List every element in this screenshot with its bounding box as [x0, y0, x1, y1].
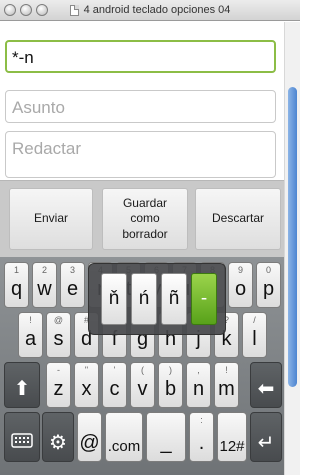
- enter-arrow-icon: ↵: [257, 432, 275, 454]
- enter-key[interactable]: ↵: [250, 412, 282, 462]
- key-w[interactable]: 2w: [32, 262, 57, 308]
- accent-popup: ň ń ñ -: [88, 263, 226, 335]
- body-field[interactable]: Redactar: [5, 131, 276, 178]
- key-c[interactable]: ' c: [102, 362, 127, 408]
- settings-key[interactable]: ⚙: [42, 412, 74, 462]
- key-p[interactable]: 0p: [256, 262, 281, 308]
- shift-key[interactable]: ⬆: [4, 362, 40, 408]
- keyboard-icon: [11, 433, 33, 448]
- popup-key-dash[interactable]: -: [191, 273, 217, 325]
- key-s[interactable]: @ s: [46, 312, 71, 358]
- window-title-text: 4 android teclado opciones 04: [83, 4, 231, 16]
- save-draft-button[interactable]: Guardar como borrador: [102, 188, 188, 250]
- key-at[interactable]: @: [77, 412, 102, 462]
- popup-key-n-tilde[interactable]: ñ: [161, 273, 187, 325]
- key-dotcom[interactable]: .com: [105, 412, 143, 462]
- key-v[interactable]: (v: [130, 362, 155, 408]
- gear-icon: ⚙: [49, 432, 67, 454]
- key-underscore[interactable]: _: [146, 412, 186, 462]
- to-field[interactable]: *-n: [5, 40, 276, 73]
- compose-actions: Enviar Guardar como borrador Descartar: [0, 180, 284, 257]
- key-n[interactable]: ,n: [186, 362, 211, 408]
- subject-field[interactable]: Asunto: [5, 90, 276, 123]
- scrollbar-thumb[interactable]: [288, 87, 297, 387]
- key-m[interactable]: ! m: [214, 362, 239, 408]
- shift-arrow-icon: ⬆: [13, 378, 31, 400]
- key-b[interactable]: ) b: [158, 362, 183, 408]
- window-controls: [4, 4, 48, 16]
- compose-form: *-n Asunto Redactar: [0, 22, 290, 179]
- popup-key-n-caron[interactable]: ň: [101, 273, 127, 325]
- keyboard-switch-key[interactable]: [4, 412, 40, 462]
- key-z[interactable]: -z: [46, 362, 71, 408]
- popup-key-n-acute[interactable]: ń: [131, 273, 157, 325]
- key-o[interactable]: 9o: [228, 262, 253, 308]
- key-period[interactable]: :.: [189, 412, 214, 462]
- window-titlebar: 4 android teclado opciones 04: [0, 0, 300, 21]
- discard-button[interactable]: Descartar: [195, 188, 281, 250]
- backspace-arrow-icon: ⬅: [257, 378, 275, 400]
- minimize-window-button[interactable]: [20, 4, 32, 16]
- scrollbar[interactable]: [284, 22, 300, 475]
- window-title: 4 android teclado opciones 04: [69, 4, 231, 16]
- send-button[interactable]: Enviar: [9, 188, 93, 250]
- zoom-window-button[interactable]: [36, 4, 48, 16]
- document-icon: [69, 4, 79, 16]
- close-window-button[interactable]: [4, 4, 16, 16]
- numbers-key[interactable]: 12#: [217, 412, 247, 462]
- key-a[interactable]: ! a: [18, 312, 43, 358]
- key-q[interactable]: 1q: [4, 262, 29, 308]
- backspace-key[interactable]: ⬅: [250, 362, 282, 408]
- key-x[interactable]: " x: [74, 362, 99, 408]
- key-l[interactable]: / l: [242, 312, 267, 358]
- key-e[interactable]: 3e: [60, 262, 85, 308]
